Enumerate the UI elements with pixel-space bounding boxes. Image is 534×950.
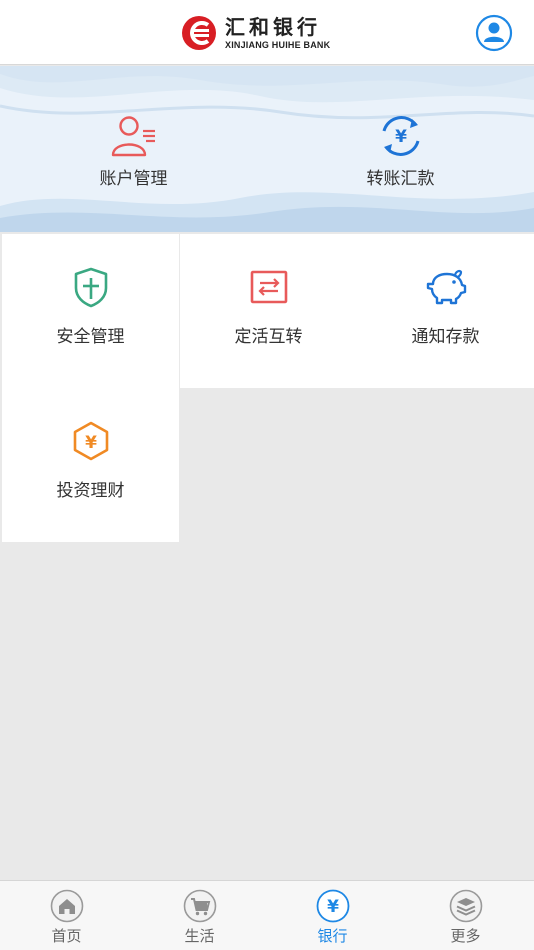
- transfer-yuan-icon: ¥: [382, 116, 419, 156]
- user-avatar-icon[interactable]: [475, 14, 513, 52]
- account-user-icon: [111, 116, 155, 157]
- bank-name-cn: 汇和银行: [225, 14, 321, 39]
- fixed-demand-transfer-label: 定活互转: [234, 327, 303, 347]
- tab-more[interactable]: 更多: [399, 881, 532, 950]
- top-header: 汇和银行 XINJIANG HUIHE BANK: [0, 0, 534, 65]
- transfer-button[interactable]: ¥ 转账汇款: [267, 66, 534, 232]
- investment-button[interactable]: ¥ 投资理财: [2, 388, 179, 542]
- layers-icon: [449, 889, 482, 923]
- tab-home-label: 首页: [51, 927, 82, 945]
- fixed-demand-transfer-button[interactable]: 定活互转: [180, 234, 357, 388]
- banner-panel: 账户管理 ¥ 转账汇款: [0, 66, 534, 232]
- security-management-label: 安全管理: [56, 327, 125, 347]
- yuan-icon: ¥: [316, 889, 349, 923]
- swap-arrows-icon: [250, 270, 287, 304]
- cart-icon: [183, 889, 216, 923]
- account-management-button[interactable]: 账户管理: [0, 66, 267, 232]
- notice-deposit-button[interactable]: 通知存款: [357, 234, 534, 388]
- tab-life[interactable]: 生活: [133, 881, 266, 950]
- home-icon: [50, 889, 83, 923]
- notice-deposit-label: 通知存款: [411, 327, 480, 347]
- investment-label: 投资理财: [56, 481, 125, 501]
- tab-bank-label: 银行: [317, 927, 348, 945]
- svg-text:¥: ¥: [327, 897, 339, 917]
- account-management-label: 账户管理: [99, 169, 168, 189]
- hexagon-yuan-icon: ¥: [73, 421, 108, 461]
- piggy-bank-icon: [426, 269, 466, 305]
- svg-text:¥: ¥: [85, 433, 97, 453]
- bank-logo: 汇和银行 XINJIANG HUIHE BANK: [181, 13, 357, 53]
- tab-home[interactable]: 首页: [0, 881, 133, 950]
- security-management-button[interactable]: 安全管理: [2, 234, 179, 388]
- bottom-tab-bar: 首页 生活 ¥ 银行 更多: [0, 880, 534, 950]
- bank-logo-icon: [182, 16, 216, 50]
- bank-name-en: XINJIANG HUIHE BANK: [225, 39, 331, 50]
- svg-text:¥: ¥: [395, 127, 407, 147]
- tab-more-label: 更多: [450, 927, 481, 945]
- tab-life-label: 生活: [184, 927, 215, 945]
- tab-bank[interactable]: ¥ 银行: [266, 881, 399, 950]
- transfer-label: 转账汇款: [366, 169, 435, 189]
- shield-icon: [74, 267, 107, 308]
